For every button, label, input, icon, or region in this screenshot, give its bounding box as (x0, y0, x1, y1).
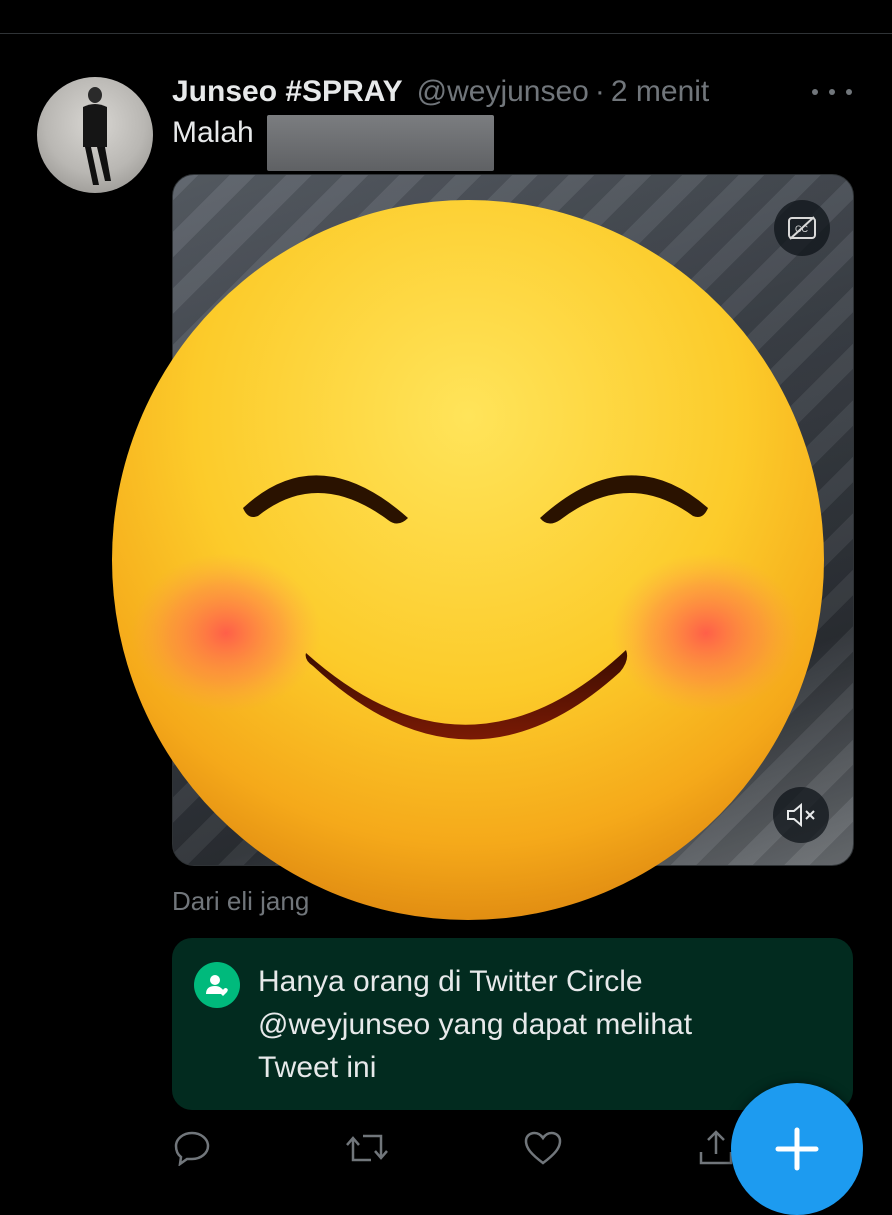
twitter-circle-icon (194, 962, 240, 1008)
plus-icon (775, 1127, 819, 1171)
smiling-blush-emoji (112, 200, 824, 920)
circle-notice-text: Hanya orang di Twitter Circle @weyjunseo… (258, 960, 818, 1089)
avatar[interactable] (37, 77, 153, 193)
heart-icon[interactable] (521, 1126, 565, 1170)
author-handle[interactable]: @weyjunseo (417, 75, 589, 109)
author-name[interactable]: Junseo #SPRAY (172, 75, 403, 109)
more-options-icon[interactable] (812, 80, 852, 104)
avatar-person-figure (83, 87, 111, 185)
circle-notice-line: Hanya orang di Twitter Circle (258, 965, 643, 998)
tweet-header: Junseo #SPRAY @weyjunseo · 2 menit (172, 72, 709, 112)
tweet-timestamp[interactable]: 2 menit (611, 75, 709, 109)
circle-notice-line: @weyjunseo yang dapat melihat (258, 1008, 693, 1041)
top-divider (0, 33, 892, 34)
retweet-icon[interactable] (345, 1126, 389, 1170)
tweet-text: Malah (172, 116, 254, 149)
speaker-muted-icon[interactable] (773, 787, 829, 843)
media-attribution[interactable]: Dari eli jang (172, 886, 309, 917)
circle-notice-line: Tweet ini (258, 1051, 377, 1084)
reply-icon[interactable] (170, 1126, 214, 1170)
compose-tweet-button[interactable] (731, 1083, 863, 1215)
redaction-block (267, 115, 494, 171)
header-separator: · (594, 75, 605, 108)
